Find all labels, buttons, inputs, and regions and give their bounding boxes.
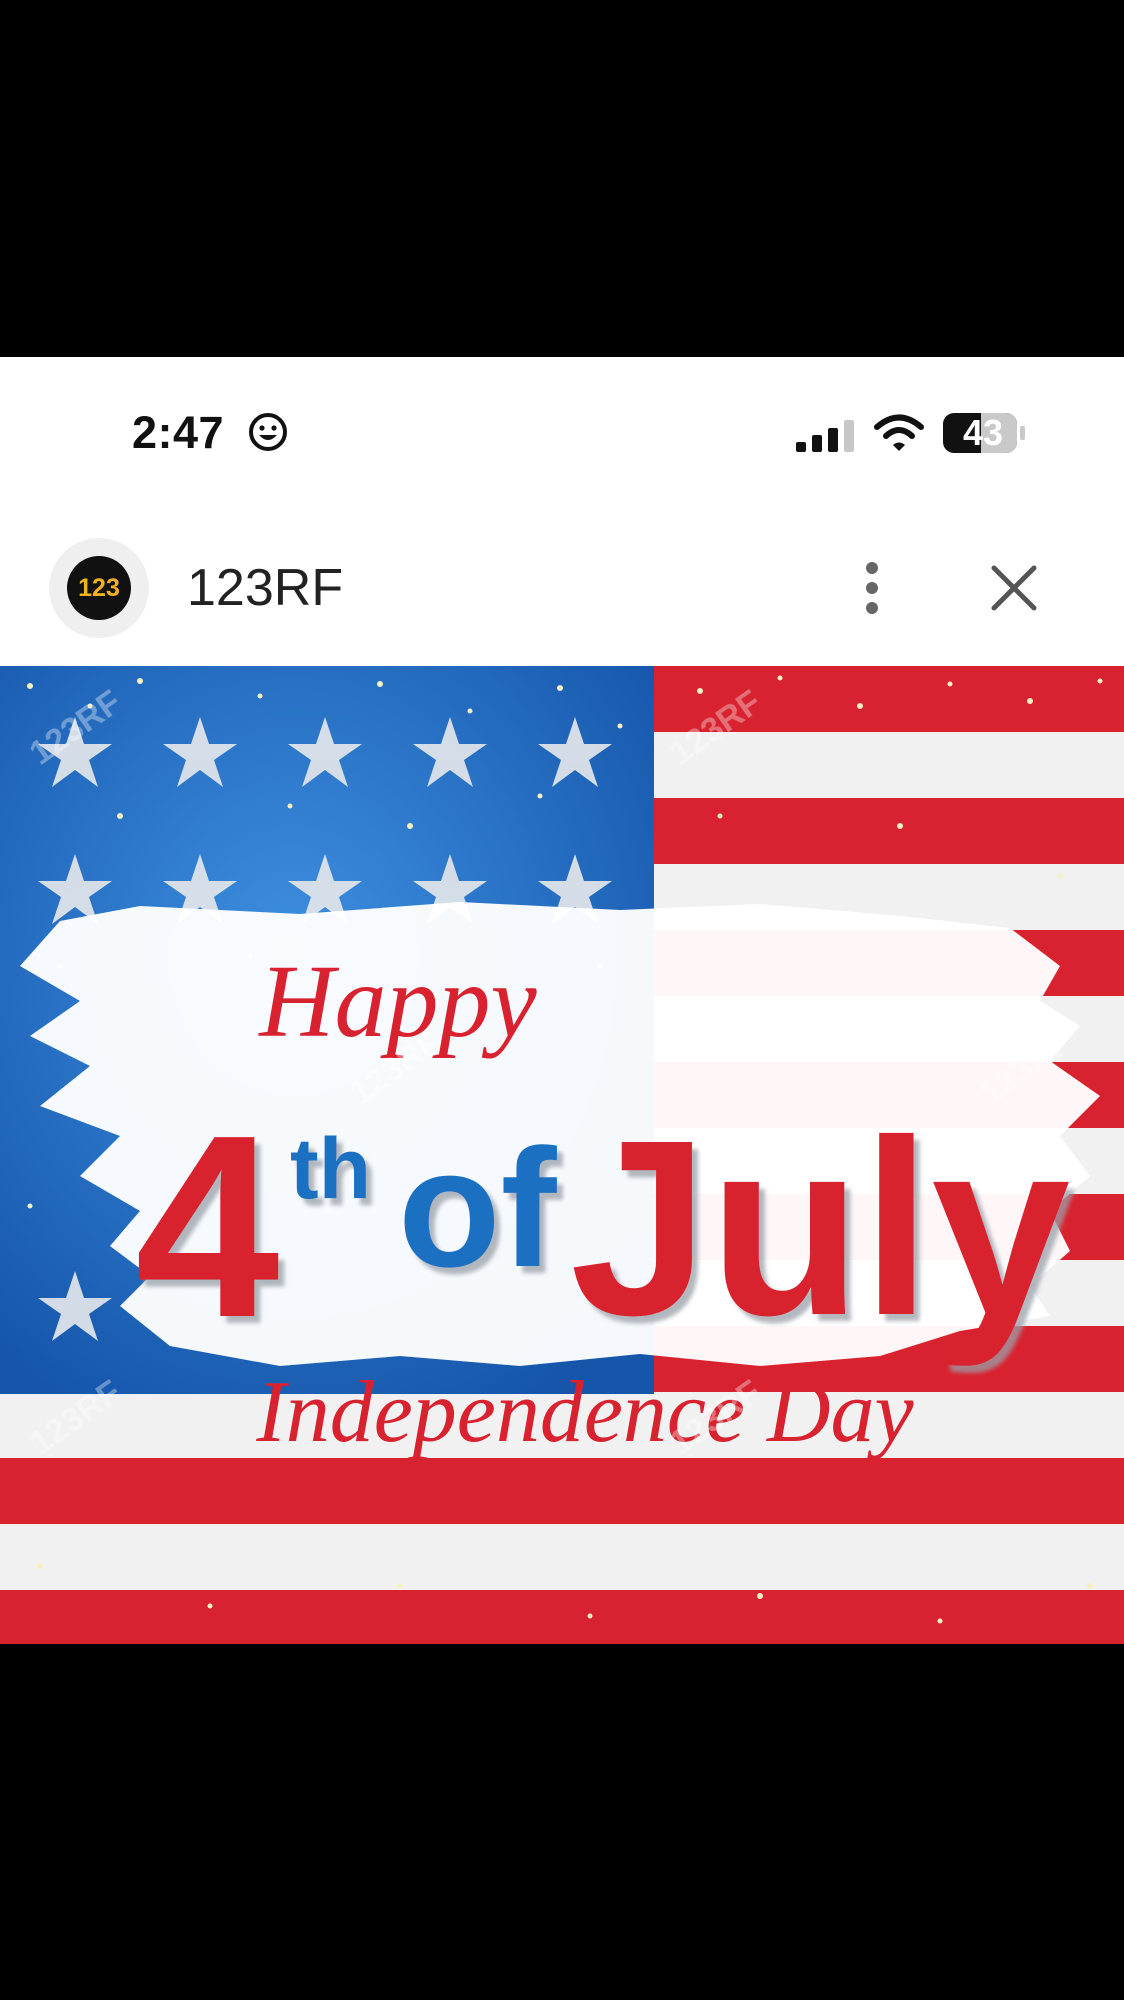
status-time: 2:47 bbox=[132, 407, 225, 458]
banner-number: 4 bbox=[135, 1082, 281, 1372]
site-name[interactable]: 123RF bbox=[187, 560, 343, 616]
banner-line-independence-day: Independence Day bbox=[255, 1364, 914, 1461]
battery-level-text: 43 bbox=[962, 412, 1004, 453]
close-icon[interactable] bbox=[989, 563, 1039, 613]
site-logo-text: 123 bbox=[67, 556, 131, 620]
banner-of: of bbox=[398, 1114, 558, 1302]
wifi-icon bbox=[874, 414, 924, 451]
banner-artwork: Happy 4 th of July Independence Day 123R… bbox=[0, 666, 1124, 1644]
header-sheet bbox=[0, 357, 1124, 666]
signal-strength-icon bbox=[796, 420, 854, 452]
independence-day-banner[interactable]: Happy 4 th of July Independence Day 123R… bbox=[0, 666, 1124, 1644]
banner-month: July bbox=[570, 1088, 1070, 1367]
bottom-black-bar bbox=[0, 1644, 1124, 2000]
more-options-icon[interactable] bbox=[852, 560, 892, 616]
top-black-bar bbox=[0, 0, 1124, 357]
banner-line-happy: Happy bbox=[257, 944, 537, 1059]
banner-ordinal-suffix: th bbox=[290, 1121, 371, 1217]
smiley-face-icon bbox=[249, 413, 287, 451]
